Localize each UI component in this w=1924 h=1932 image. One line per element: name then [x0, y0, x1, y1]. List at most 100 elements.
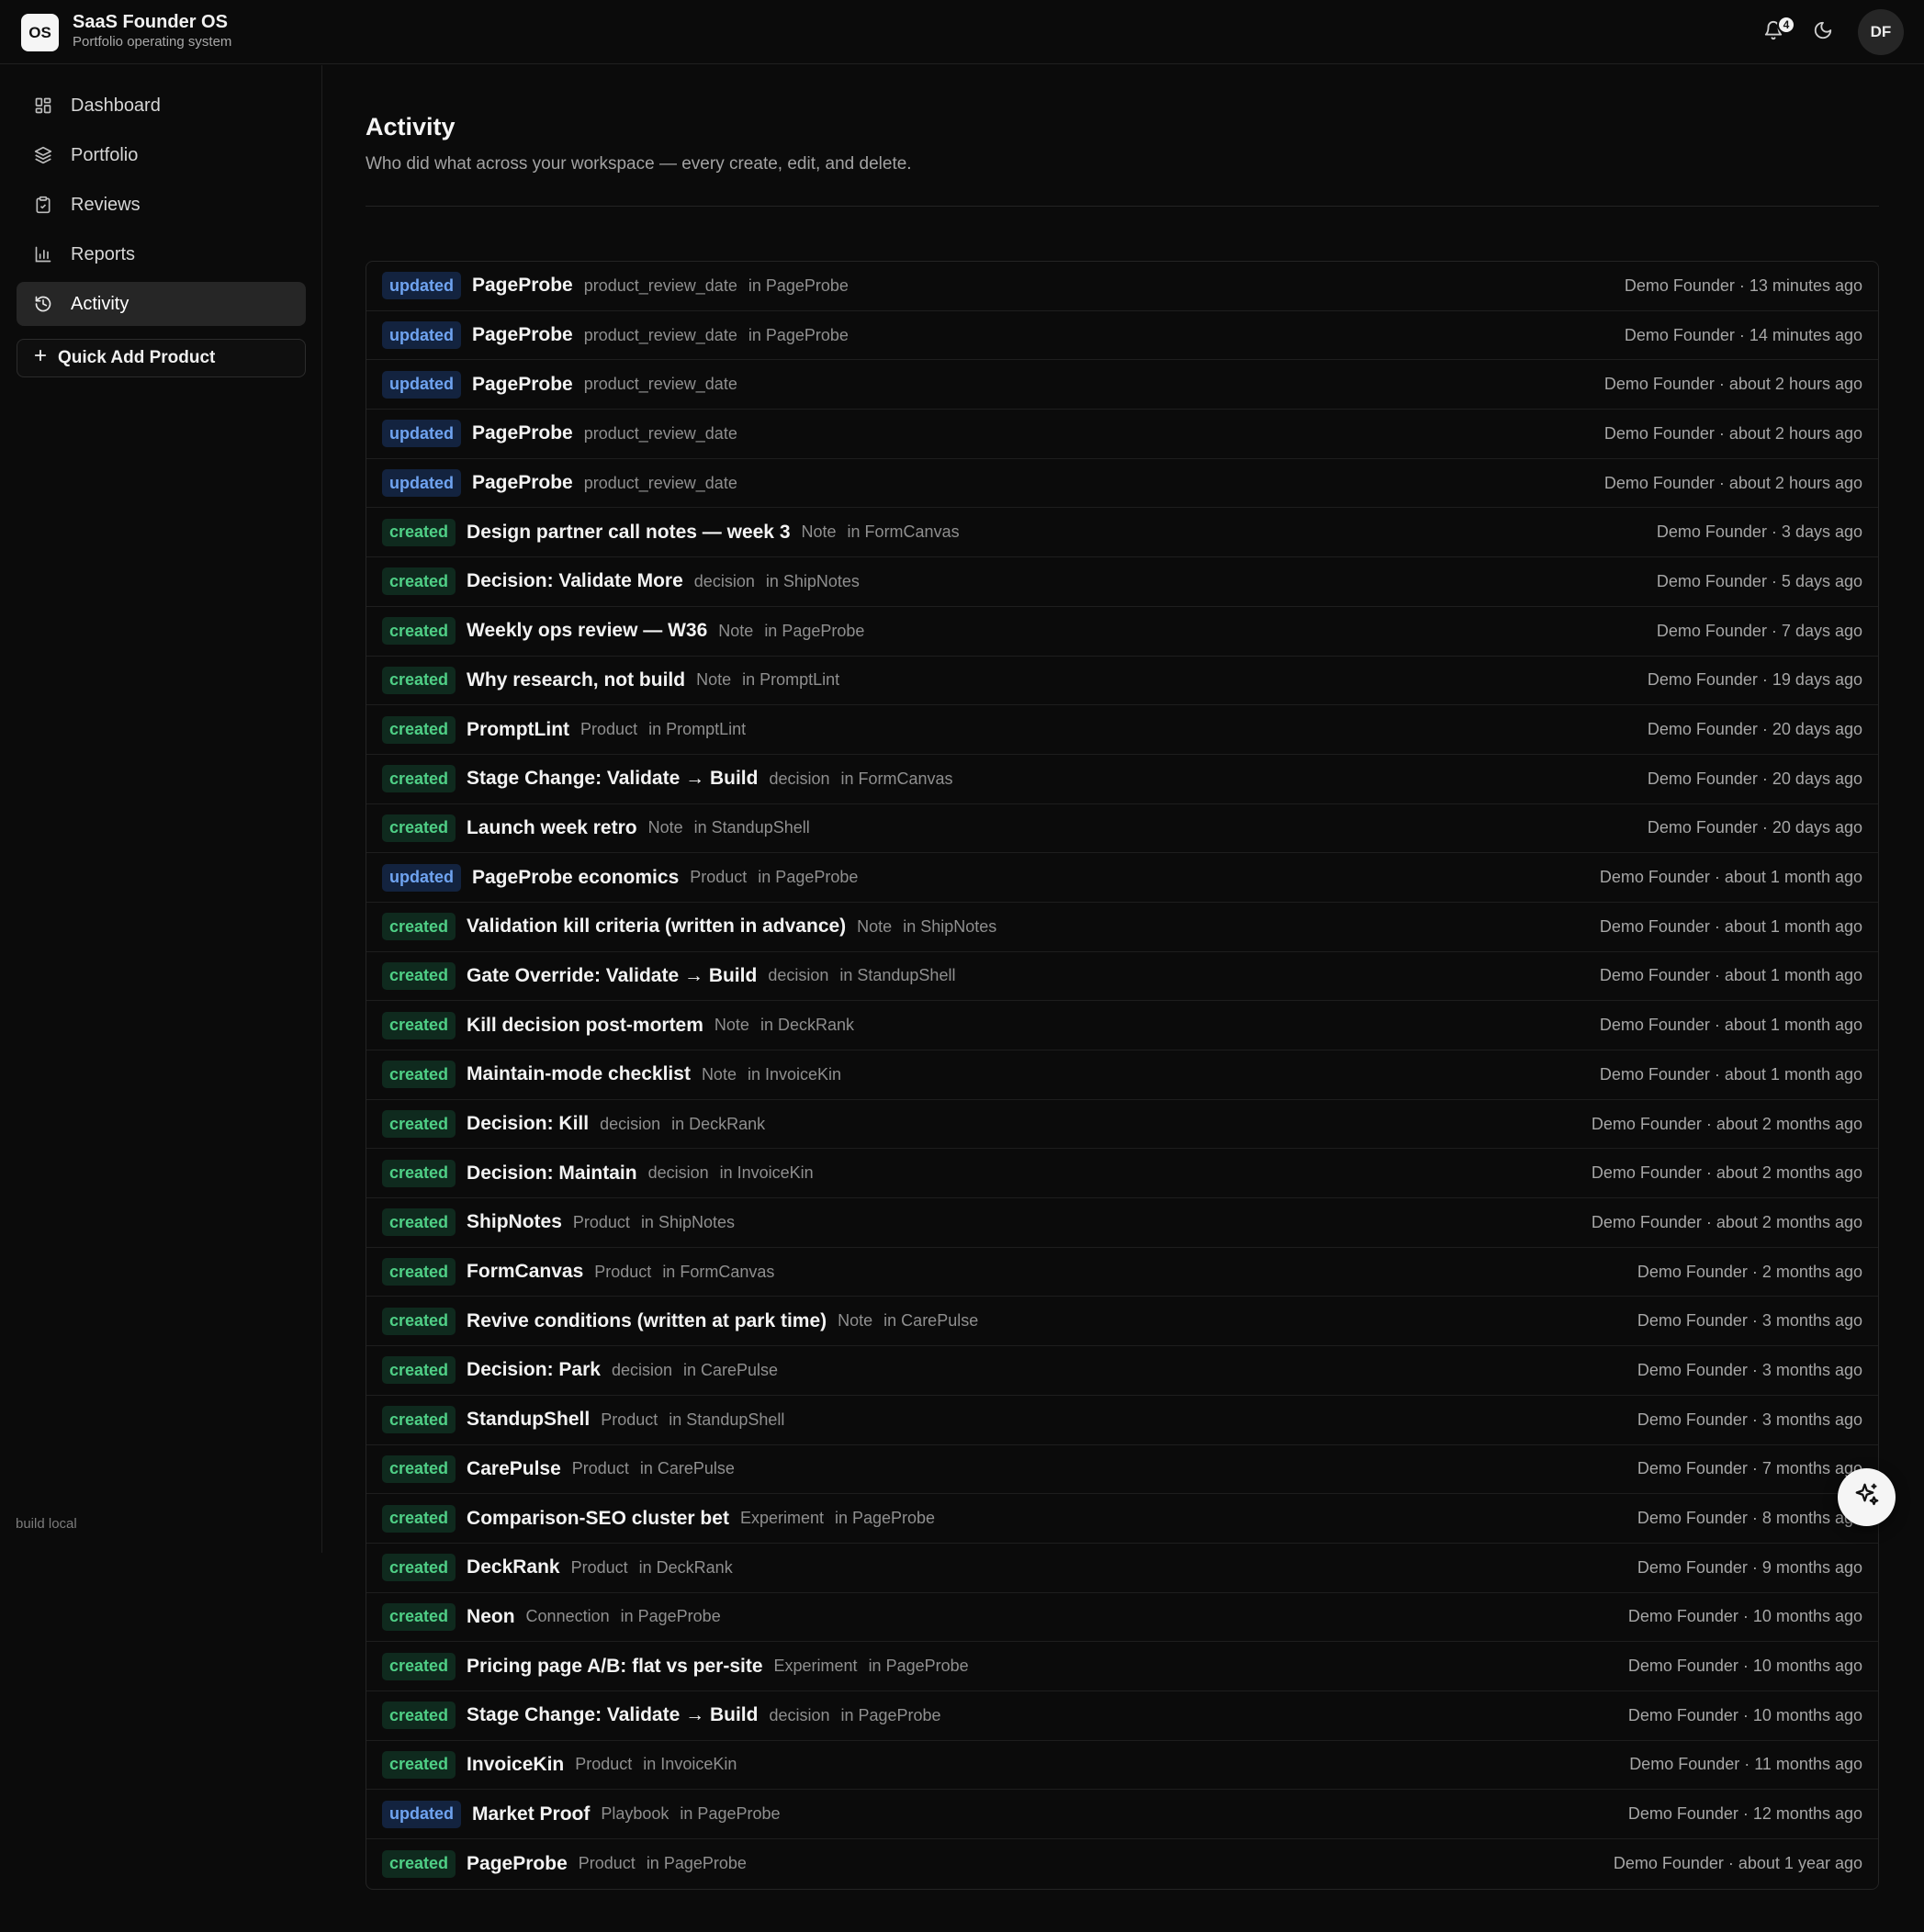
- activity-row[interactable]: created Launch week retro Note in StandupSh…: [366, 804, 1878, 854]
- entity-title[interactable]: ShipNotes: [467, 1211, 562, 1233]
- activity-row[interactable]: created PagePr​obe Product in PageProbe Demo…: [366, 1839, 1878, 1889]
- activity-row[interactable]: created Decision: Validate More decision in…: [366, 557, 1878, 607]
- entity-title[interactable]: PageProbe: [472, 472, 573, 494]
- entity-scope: in StandupShell: [839, 966, 956, 985]
- ai-assistant-button[interactable]: [1838, 1468, 1896, 1526]
- entity-scope: in PageProbe: [834, 1509, 936, 1528]
- entity-title[interactable]: Launch week retro: [467, 817, 637, 839]
- actor-timestamp: Demo Founder · 11 months ago: [1629, 1755, 1862, 1774]
- entity-scope: in PromptLint: [648, 720, 747, 739]
- activity-row[interactable]: created Stage Change: Validate → Build dec…: [366, 1691, 1878, 1741]
- entity-title[interactable]: PageProbe: [472, 275, 573, 297]
- entity-scope: in PageProbe: [748, 275, 849, 295]
- activity-row[interactable]: created Validation kill criteria (written…: [366, 903, 1878, 952]
- action-badge: updated: [382, 469, 461, 498]
- entity-title[interactable]: Decision: Park: [467, 1359, 601, 1381]
- activity-row[interactable]: created PromptLint Product in PromptLint Dem…: [366, 705, 1878, 755]
- moon-icon: [1813, 20, 1833, 45]
- activity-row[interactable]: updated PageProbe product_review_date in Pa…: [366, 262, 1878, 311]
- activity-row[interactable]: created StandupShell Product in StandupShel…: [366, 1396, 1878, 1445]
- activity-row[interactable]: updated PageProbe product_review_date in Pa…: [366, 311, 1878, 361]
- actor-timestamp: Demo Founder · 10 months ago: [1627, 1657, 1862, 1676]
- sidebar-item-dashboard[interactable]: Dashboard: [17, 84, 306, 128]
- entity-title[interactable]: Kill decision post-mortem: [467, 1015, 703, 1037]
- entity-title[interactable]: PageProbe: [472, 324, 573, 346]
- entity-type: decision: [647, 1163, 709, 1183]
- entity-title[interactable]: PageProbe: [472, 374, 573, 396]
- action-badge: created: [382, 1208, 456, 1237]
- activity-row[interactable]: created InvoiceKin Product in InvoiceKin Dem…: [366, 1741, 1878, 1791]
- entity-title[interactable]: Gate Override: Validate → Build: [467, 965, 757, 987]
- entity-title[interactable]: Stage Change: Validate → Build: [467, 768, 758, 790]
- action-badge: created: [382, 765, 456, 793]
- entity-title[interactable]: Market Proof: [472, 1803, 590, 1825]
- entity-type: Note: [647, 818, 683, 837]
- entity-title[interactable]: PageProbe economics: [472, 867, 679, 889]
- entity-title[interactable]: Stage Change: Validate → Build: [467, 1704, 758, 1726]
- entity-title[interactable]: StandupShell: [467, 1409, 590, 1431]
- entity-title[interactable]: PagePr​obe: [467, 1853, 568, 1875]
- entity-title[interactable]: Validation kill criteria (written in adv…: [467, 915, 846, 938]
- activity-row[interactable]: created Weekly ops review — W36 Note in Pag…: [366, 607, 1878, 657]
- user-avatar[interactable]: DF: [1858, 9, 1904, 55]
- activity-row[interactable]: created Revive conditions (written at par…: [366, 1297, 1878, 1347]
- entity-title[interactable]: Decision: Validate More: [467, 570, 683, 592]
- activity-row[interactable]: created Maintain-mode checklist Note in Inv…: [366, 1050, 1878, 1100]
- entity-title[interactable]: Decision: Maintain: [467, 1163, 637, 1185]
- action-badge: created: [382, 1110, 456, 1139]
- activity-row[interactable]: created CarePulse Product in CarePulse Demo …: [366, 1445, 1878, 1495]
- activity-row[interactable]: created FormCanvas Product in FormCanvas Dem…: [366, 1248, 1878, 1297]
- action-badge: created: [382, 567, 456, 596]
- activity-row[interactable]: created Stage Change: Validate → Build dec…: [366, 755, 1878, 804]
- actor-timestamp: Demo Founder · 5 days ago: [1656, 571, 1862, 590]
- entity-title[interactable]: CarePulse: [467, 1458, 561, 1480]
- activity-row[interactable]: created Decision: Maintain decision in Invo…: [366, 1149, 1878, 1199]
- sidebar-item-reviews[interactable]: Reviews: [17, 183, 306, 227]
- activity-row[interactable]: created Gate Override: Validate → Build de…: [366, 952, 1878, 1002]
- entity-title[interactable]: Weekly ops review — W36: [467, 620, 707, 642]
- bar-chart-icon: [33, 244, 53, 264]
- activity-row[interactable]: created Pricing page A/B: flat vs per-sit…: [366, 1642, 1878, 1691]
- app-logo[interactable]: OS: [21, 14, 59, 51]
- entity-title[interactable]: FormCanvas: [467, 1261, 583, 1283]
- sidebar-nav: Dashboard Portfolio Reviews Reports Acti…: [17, 84, 306, 331]
- activity-row[interactable]: updated PageProbe product_review_date Demo …: [366, 459, 1878, 509]
- activity-row[interactable]: updated PageProbe economics Product in Page…: [366, 853, 1878, 903]
- entity-title[interactable]: Comparison-SEO cluster bet: [467, 1508, 729, 1530]
- activity-row[interactable]: created Decision: Kill decision in DeckRank…: [366, 1100, 1878, 1150]
- activity-row[interactable]: created Design partner call notes — week …: [366, 508, 1878, 558]
- actor-timestamp: Demo Founder · about 2 hours ago: [1603, 375, 1862, 394]
- activity-row[interactable]: updated PageProbe product_review_date Demo …: [366, 410, 1878, 459]
- entity-title[interactable]: Design partner call notes — week 3: [467, 522, 790, 544]
- activity-row[interactable]: created Decision: Park decision in CarePuls…: [366, 1346, 1878, 1396]
- activity-row[interactable]: updated Market Proof Playbook in PageProbe D…: [366, 1790, 1878, 1839]
- activity-row[interactable]: updated PageProbe product_review_date Demo …: [366, 360, 1878, 410]
- actor-timestamp: Demo Founder · 12 months ago: [1627, 1804, 1862, 1824]
- activity-row[interactable]: created DeckRank Product in DeckRank Demo Fo…: [366, 1544, 1878, 1593]
- entity-title[interactable]: Maintain-mode checklist: [467, 1063, 691, 1085]
- activity-row[interactable]: created Neon Connection in PageProbe Demo Fo…: [366, 1593, 1878, 1643]
- activity-row[interactable]: created ShipNotes Product in ShipNotes Demo …: [366, 1198, 1878, 1248]
- notifications-button[interactable]: 4: [1759, 16, 1795, 47]
- entity-title[interactable]: DeckRank: [467, 1556, 560, 1578]
- entity-title[interactable]: Pricing page A/B: flat vs per-site: [467, 1656, 762, 1678]
- entity-scope: in DeckRank: [638, 1557, 733, 1577]
- entity-type: decision: [768, 966, 829, 985]
- entity-title[interactable]: Decision: Kill: [467, 1113, 589, 1135]
- entity-title[interactable]: Why research, not build: [467, 669, 685, 691]
- entity-title[interactable]: PromptLint: [467, 719, 569, 741]
- sidebar-item-reports[interactable]: Reports: [17, 232, 306, 276]
- sidebar-item-portfolio[interactable]: Portfolio: [17, 133, 306, 177]
- entity-scope: in FormCanvas: [847, 522, 960, 542]
- activity-row[interactable]: created Comparison-SEO cluster bet Experim…: [366, 1494, 1878, 1544]
- entity-type: decision: [600, 1114, 661, 1133]
- entity-title[interactable]: Neon: [467, 1606, 515, 1628]
- theme-toggle-button[interactable]: [1808, 17, 1838, 47]
- quick-add-product-button[interactable]: Quick Add Product: [17, 339, 306, 377]
- activity-row[interactable]: created Why research, not build Note in Pro…: [366, 657, 1878, 706]
- sidebar-item-activity[interactable]: Activity: [17, 282, 306, 326]
- entity-title[interactable]: Revive conditions (written at park time): [467, 1310, 827, 1332]
- activity-row[interactable]: created Kill decision post-mortem Note in D…: [366, 1001, 1878, 1050]
- entity-title[interactable]: InvoiceKin: [467, 1754, 564, 1776]
- entity-title[interactable]: PageProbe: [472, 422, 573, 444]
